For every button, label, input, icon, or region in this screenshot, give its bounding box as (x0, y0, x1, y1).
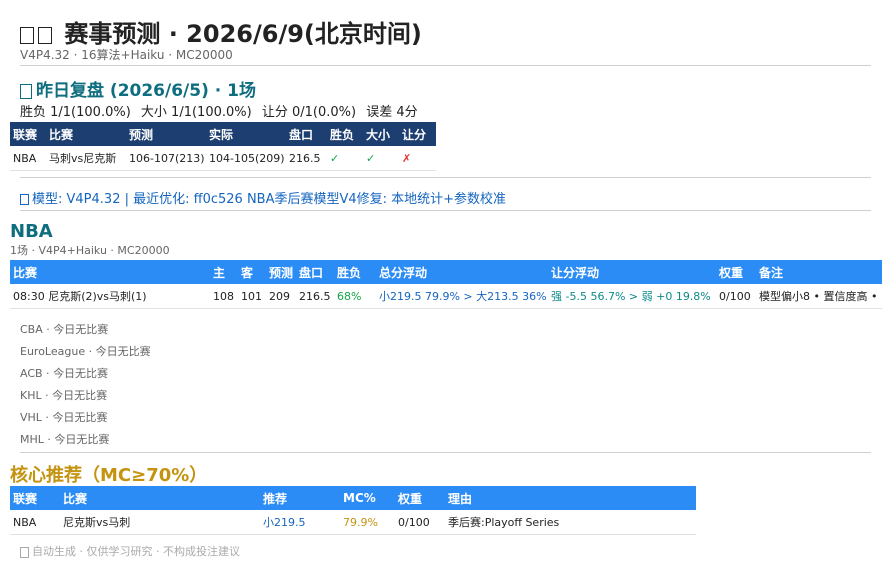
stat-ats: 让分 0/1(0.0%) (261, 105, 357, 120)
stat-wl: 胜负 1/1(100.0%) (20, 105, 131, 120)
check-icon: ✓ (327, 146, 363, 171)
review-stats: 胜负 1/1(100.0%) 大小 1/1(100.0%) 让分 0/1(0.0… (20, 101, 424, 120)
stat-error: 误差 4分 (366, 105, 418, 120)
cross-icon: ✗ (399, 146, 436, 171)
table-header: 比赛 主 客 预测 盘口 胜负 总分浮动 让分浮动 权重 备注 (10, 260, 882, 284)
league-meta: 1场 · V4P4+Haiku · MC20000 (10, 244, 170, 257)
check-icon: ✓ (363, 146, 399, 171)
league-status-item: KHL · 今日无比赛 (20, 389, 108, 402)
league-status-item: MHL · 今日无比赛 (20, 433, 110, 446)
stat-ou: 大小 1/1(100.0%) (140, 105, 252, 120)
table-header: 联赛 比赛 预测 实际 盘口 胜负 大小 让分 (10, 122, 436, 146)
page-title: 赛事预测 · 2026/6/9(北京时间) (20, 14, 422, 49)
table-header: 联赛 比赛 推荐 MC% 权重 理由 (10, 486, 696, 510)
footer-note: 自动生成 · 仅供学习研究 · 不构成投注建议 (20, 543, 240, 559)
league-status-item: EuroLeague · 今日无比赛 (20, 345, 151, 358)
league-title: NBA (10, 221, 53, 242)
calendar-icon (20, 26, 34, 44)
league-status-item: VHL · 今日无比赛 (20, 411, 108, 424)
league-status-item: ACB · 今日无比赛 (20, 367, 109, 380)
league-status-item: CBA · 今日无比赛 (20, 323, 109, 336)
divider (20, 210, 871, 211)
divider (20, 177, 871, 178)
page-subtitle: V4P4.32 · 16算法+Haiku · MC20000 (20, 48, 233, 62)
clipboard-icon (20, 83, 32, 99)
review-title: 昨日复盘 (2026/6/5) · 1场 (20, 76, 256, 101)
table-row: NBA 尼克斯vs马刺 小219.5 79.9% 0/100 季后赛:Playo… (10, 510, 696, 535)
info-icon (20, 194, 29, 205)
core-table: 联赛 比赛 推荐 MC% 权重 理由 NBA 尼克斯vs马刺 小219.5 79… (10, 486, 696, 535)
core-title: 核心推荐（MC≥70%） (10, 465, 208, 486)
nba-table: 比赛 主 客 预测 盘口 胜负 总分浮动 让分浮动 权重 备注 08:30 尼克… (10, 260, 882, 309)
review-table: 联赛 比赛 预测 实际 盘口 胜负 大小 让分 NBA 马刺vs尼克斯 106-… (10, 122, 436, 171)
calendar-icon (38, 26, 52, 44)
table-row: NBA 马刺vs尼克斯 106-107(213) 104-105(209) 21… (10, 146, 436, 171)
table-row: 08:30 尼克斯(2)vs马刺(1) 108 101 209 216.5 68… (10, 284, 882, 309)
model-note: 模型: V4P4.32 | 最近优化: ff0c526 NBA季后赛模型V4修复… (20, 188, 506, 207)
divider (20, 65, 871, 66)
divider (20, 452, 871, 453)
robot-icon (20, 546, 29, 558)
page-title-text: 赛事预测 · 2026/6/9(北京时间) (64, 20, 422, 48)
